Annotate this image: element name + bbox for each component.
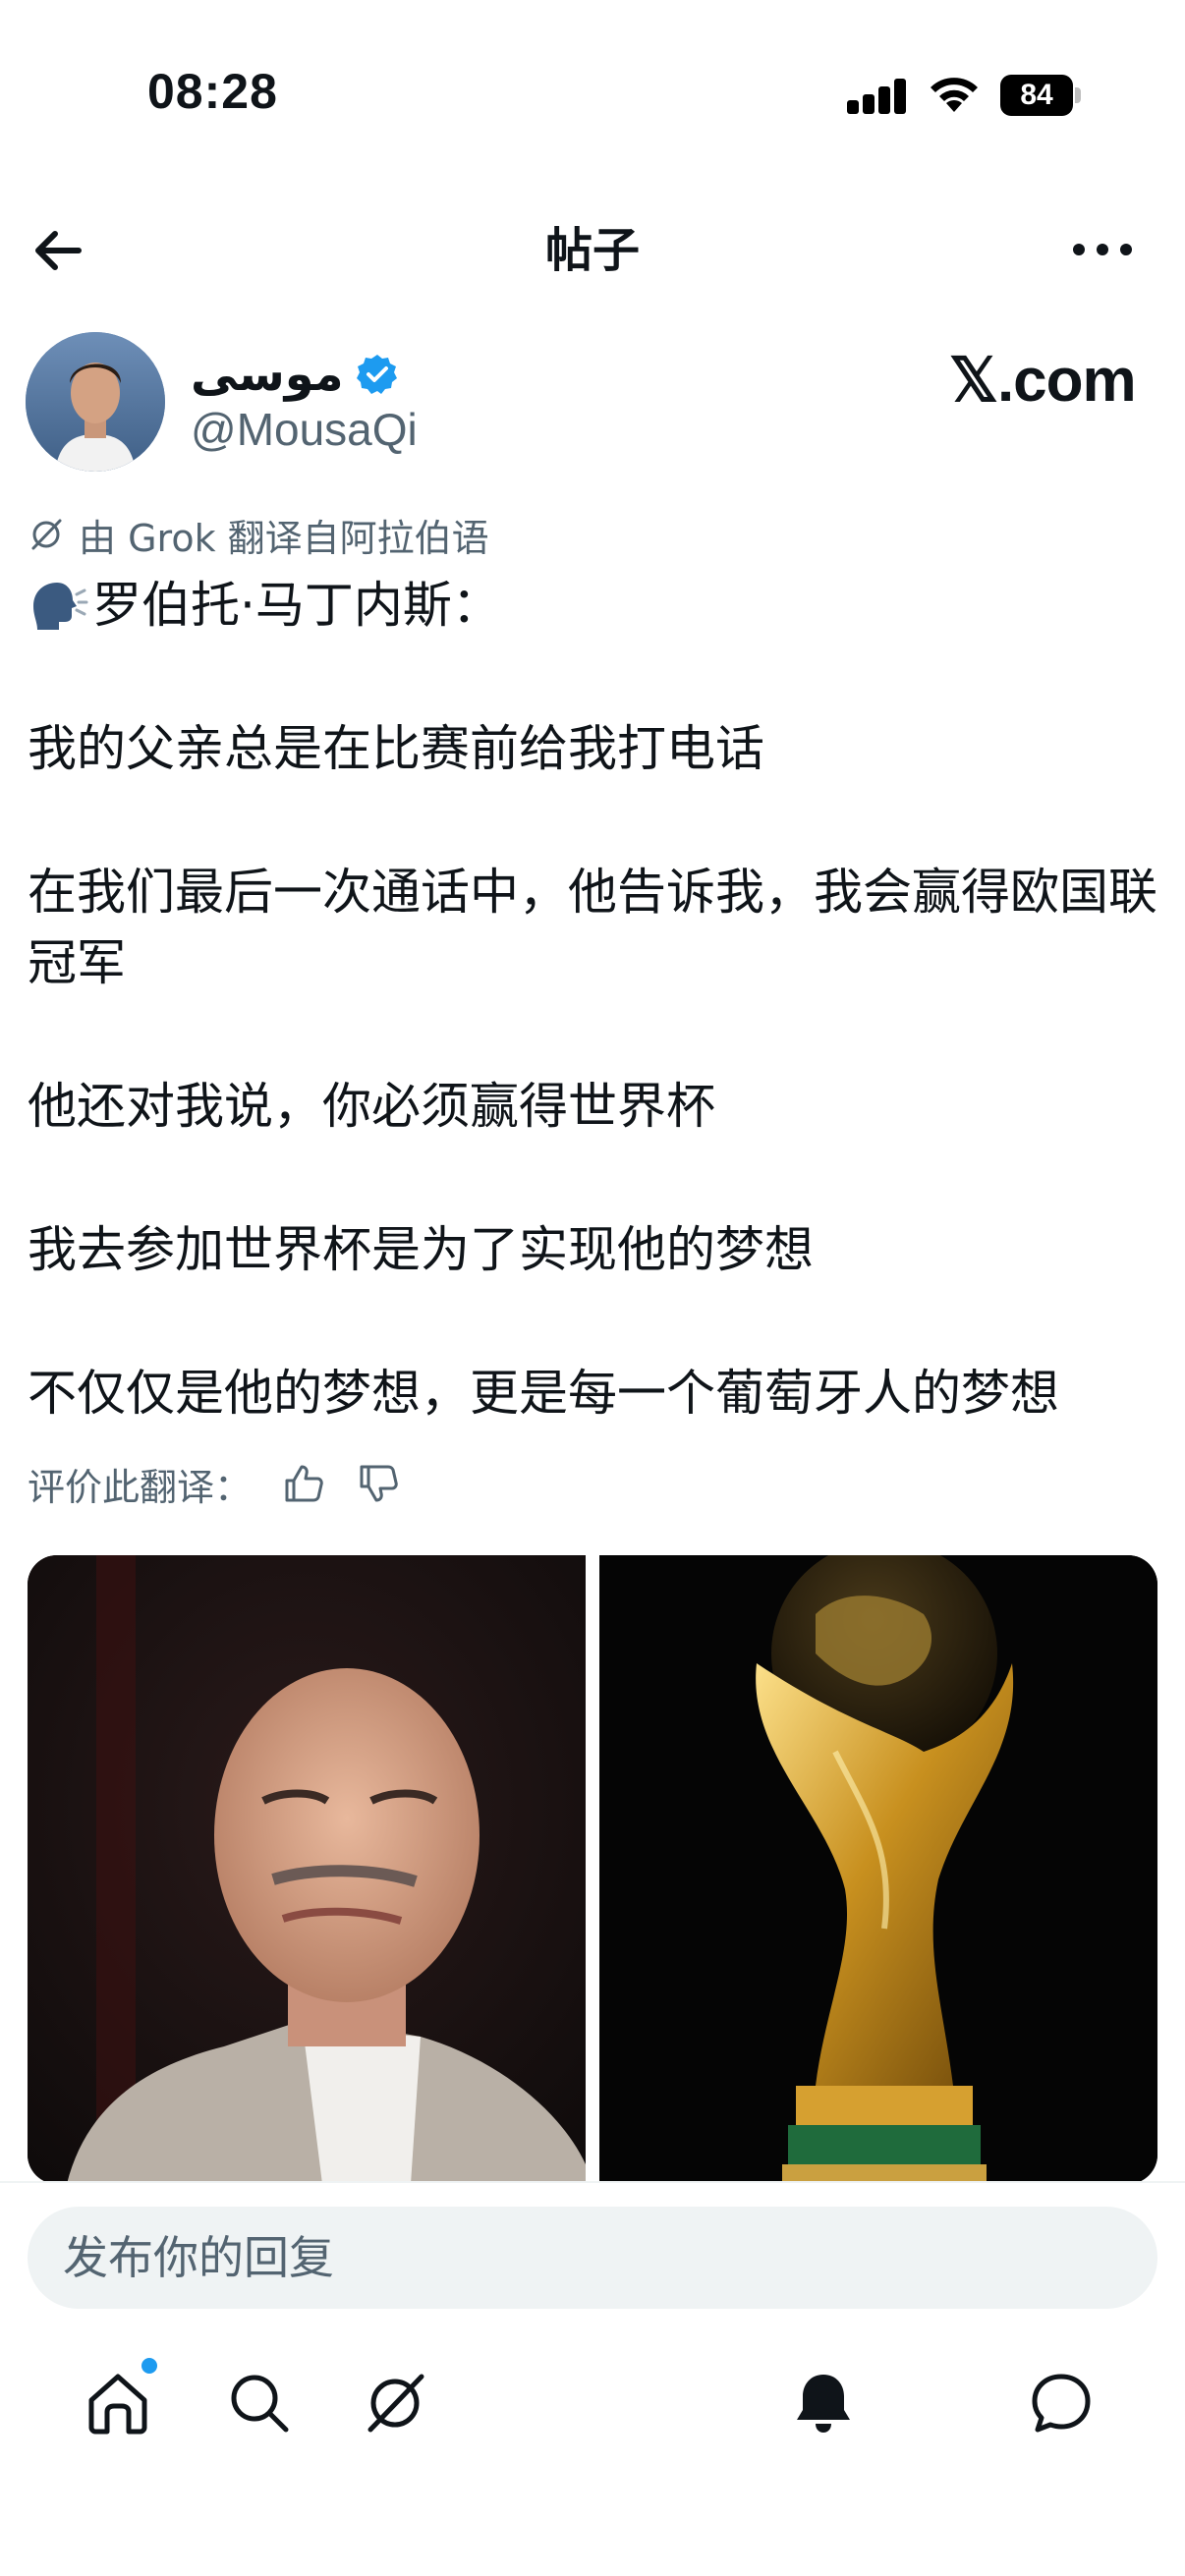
nav-grok[interactable] (346, 2354, 444, 2452)
post-text: 罗伯托·马丁内斯： 我的父亲总是在比赛前给我打电话 在我们最后一次通话中，他告诉… (28, 570, 1157, 1428)
rate-translation-label: 评价此翻译： (28, 1465, 253, 1509)
nav-home[interactable] (69, 2354, 167, 2452)
reply-input[interactable] (28, 2207, 1157, 2309)
nav-search[interactable] (210, 2354, 309, 2452)
post-line-5: 我去参加世界杯是为了实现他的梦想 (28, 1221, 814, 1278)
author-display-name: موسى (191, 347, 344, 402)
search-icon (231, 2375, 289, 2433)
author-handle[interactable]: @MousaQi (191, 403, 418, 456)
thumbs-up-icon[interactable] (281, 1461, 326, 1506)
author-name-row[interactable]: موسى (191, 340, 399, 409)
thumbs-down-icon[interactable] (356, 1461, 401, 1506)
message-icon (1032, 2374, 1091, 2433)
post-line-6: 不仅仅是他的梦想，更是每一个葡萄牙人的梦想 (28, 1365, 1059, 1422)
more-options-icon[interactable] (1071, 232, 1134, 267)
status-time: 08:28 (147, 64, 278, 119)
status-bar: 08:28 84 (0, 0, 1185, 177)
xcom-watermark: 𝕏.com (949, 347, 1137, 415)
grok-icon (367, 2374, 424, 2433)
verified-badge-icon (356, 355, 397, 394)
nav-messages[interactable] (1012, 2354, 1110, 2452)
bottom-nav (0, 2319, 1185, 2495)
wifi-icon (931, 78, 978, 112)
avatar[interactable] (26, 332, 165, 472)
post-line-2: 我的父亲总是在比赛前给我打电话 (28, 720, 764, 777)
page-title: 帖子 (544, 223, 640, 278)
post-line-3: 在我们最后一次通话中，他告诉我，我会赢得欧国联冠军 (28, 864, 1157, 991)
nav-notifications[interactable] (774, 2354, 873, 2452)
media-grid (28, 1555, 1157, 2184)
post-line-4: 他还对我说，你必须赢得世界杯 (28, 1078, 715, 1135)
rate-translation: 评价此翻译： (28, 1454, 401, 1513)
battery-level: 84 (1000, 75, 1073, 116)
media-photo-coach[interactable] (28, 1555, 586, 2184)
translation-note-text: 由 Grok 翻译自阿拉伯语 (79, 516, 489, 560)
media-photo-world-cup-trophy[interactable] (599, 1555, 1157, 2184)
bell-icon (797, 2375, 850, 2433)
notification-dot (141, 2358, 157, 2374)
home-icon (88, 2374, 147, 2435)
speaking-head-emoji-icon (33, 583, 88, 630)
battery-icon: 84 (1000, 75, 1081, 116)
reply-area (0, 2181, 1185, 2319)
post-line-1: 罗伯托·马丁内斯： (92, 577, 501, 634)
cellular-signal-icon (847, 77, 908, 114)
translation-note[interactable]: 由 Grok 翻译自阿拉伯语 (28, 507, 489, 562)
top-header: 帖子 (0, 196, 1185, 305)
grok-icon (31, 519, 62, 550)
